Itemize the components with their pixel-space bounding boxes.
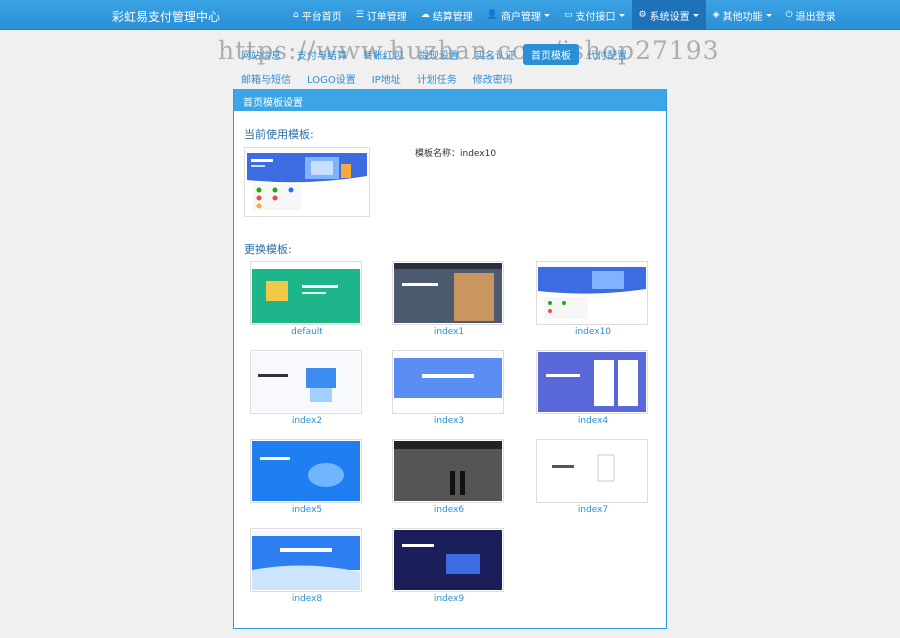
nav-item-label: 平台首页 bbox=[301, 11, 342, 23]
nav-item-4[interactable]: ▭ 支付接口 bbox=[557, 0, 632, 30]
caret-down-icon bbox=[618, 13, 625, 17]
template-option[interactable]: index5 bbox=[250, 439, 364, 515]
cube-icon: ◈ bbox=[712, 10, 720, 20]
panel-heading: 首页模板设置 bbox=[234, 89, 666, 111]
template-label[interactable]: index5 bbox=[250, 505, 364, 515]
template-option[interactable]: index4 bbox=[536, 350, 650, 426]
template-thumbnail[interactable] bbox=[392, 350, 504, 414]
nav-item-label: 支付接口 bbox=[575, 11, 616, 23]
template-option[interactable]: index2 bbox=[250, 350, 364, 426]
template-label[interactable]: index8 bbox=[250, 594, 364, 604]
template-preview-image bbox=[394, 352, 502, 412]
template-thumbnail[interactable] bbox=[250, 350, 362, 414]
current-template-thumbnail bbox=[244, 147, 370, 217]
power-icon: ⏻ bbox=[785, 10, 793, 20]
template-preview-image bbox=[538, 441, 646, 501]
template-option[interactable]: default bbox=[250, 261, 364, 337]
nav-item-6[interactable]: ◈ 其他功能 bbox=[706, 0, 779, 30]
template-preview-image bbox=[394, 441, 502, 501]
template-preview-image bbox=[252, 530, 360, 590]
tab-tabs_row1-4[interactable]: 实名认证 bbox=[467, 44, 523, 65]
tab-row-2: 邮箱与短信 LOGO设置 IP地址 计划任务 修改密码 bbox=[233, 66, 521, 90]
tab-tabs_row2-3[interactable]: 计划任务 bbox=[409, 68, 465, 89]
caret-down-icon bbox=[692, 13, 699, 17]
tab-tabs_row2-0[interactable]: 邮箱与短信 bbox=[233, 68, 299, 89]
current-template-label: 当前使用模板: bbox=[244, 128, 314, 141]
template-option[interactable]: index1 bbox=[392, 261, 506, 337]
template-preview-image bbox=[252, 263, 360, 323]
nav-item-label: 结算管理 bbox=[432, 11, 473, 23]
template-label[interactable]: index3 bbox=[392, 416, 506, 426]
template-thumbnail[interactable] bbox=[536, 439, 648, 503]
template-option[interactable]: index3 bbox=[392, 350, 506, 426]
tab-tabs_row1-1[interactable]: 支付与结算 bbox=[289, 44, 355, 65]
template-label[interactable]: index4 bbox=[536, 416, 650, 426]
template-label[interactable]: index2 bbox=[250, 416, 364, 426]
caret-down-icon bbox=[544, 13, 551, 17]
template-label[interactable]: default bbox=[250, 327, 364, 337]
template-thumbnail[interactable] bbox=[250, 528, 362, 592]
tab-tabs_row1-6[interactable]: 代付配置 bbox=[579, 44, 635, 65]
cloud-icon: ☁ bbox=[420, 10, 430, 20]
tab-tabs_row2-4[interactable]: 修改密码 bbox=[465, 68, 521, 89]
nav-item-label: 退出登录 bbox=[795, 11, 836, 23]
template-option[interactable]: index8 bbox=[250, 528, 364, 604]
tab-tabs_row1-5[interactable]: 首页模板 bbox=[523, 43, 579, 65]
template-thumbnail[interactable] bbox=[392, 439, 504, 503]
template-panel: 首页模板设置 当前使用模板: 模板名称：index10 更换模板: defaul… bbox=[233, 89, 667, 629]
template-option[interactable]: index10 bbox=[536, 261, 650, 337]
nav-item-label: 其他功能 bbox=[722, 11, 763, 23]
tab-tabs_row2-2[interactable]: IP地址 bbox=[364, 68, 409, 89]
template-preview-image bbox=[252, 441, 360, 501]
nav-item-0[interactable]: ⌂ 平台首页 bbox=[286, 0, 349, 30]
template-option[interactable]: index7 bbox=[536, 439, 650, 515]
template-option[interactable]: index6 bbox=[392, 439, 506, 515]
nav-item-label: 系统设置 bbox=[649, 11, 690, 23]
current-template-image bbox=[247, 150, 367, 214]
template-thumbnail[interactable] bbox=[392, 261, 504, 325]
template-label[interactable]: index1 bbox=[392, 327, 506, 337]
nav-item-5[interactable]: ⚙ 系统设置 bbox=[631, 0, 706, 30]
current-template-name: 模板名称：index10 bbox=[415, 149, 497, 159]
user-icon: 👤 bbox=[486, 10, 499, 20]
nav-item-1[interactable]: ☰ 订单管理 bbox=[349, 0, 414, 30]
template-label[interactable]: index6 bbox=[392, 505, 506, 515]
tab-row-1: 网站信息 支付与结算 转账红包 提现设置 实名认证 首页模板 代付配置 bbox=[233, 42, 667, 66]
nav-item-label: 商户管理 bbox=[501, 11, 542, 23]
gear-icon: ⚙ bbox=[638, 10, 647, 20]
tab-tabs_row1-3[interactable]: 提现设置 bbox=[411, 44, 467, 65]
tab-tabs_row2-1[interactable]: LOGO设置 bbox=[299, 68, 364, 89]
change-template-label: 更换模板: bbox=[244, 243, 292, 256]
template-preview-image bbox=[394, 530, 502, 590]
nav-item-7[interactable]: ⏻ 退出登录 bbox=[779, 0, 843, 30]
settings-tabs: 网站信息 支付与结算 转账红包 提现设置 实名认证 首页模板 代付配置 邮箱与短信 LOGO设… bbox=[233, 42, 667, 86]
card-icon: ▭ bbox=[564, 10, 573, 20]
template-label[interactable]: index9 bbox=[392, 594, 506, 604]
app-title[interactable]: 彩虹易支付管理中心 bbox=[112, 8, 220, 25]
template-preview-image bbox=[538, 263, 646, 323]
template-thumbnail[interactable] bbox=[250, 439, 362, 503]
list-icon: ☰ bbox=[355, 10, 364, 20]
template-preview-image bbox=[394, 263, 502, 323]
template-thumbnail[interactable] bbox=[250, 261, 362, 325]
caret-down-icon bbox=[765, 13, 772, 17]
home-icon: ⌂ bbox=[293, 10, 299, 20]
template-label[interactable]: index7 bbox=[536, 505, 650, 515]
tab-tabs_row1-2[interactable]: 转账红包 bbox=[355, 44, 411, 65]
template-thumbnail[interactable] bbox=[392, 528, 504, 592]
main-nav: ⌂ 平台首页 ☰ 订单管理 ☁ 结算管理 👤 商户管理 ▭ 支付接口 ⚙ 系统设置 ◈ 其他功能 ⏻ 退出登录 bbox=[286, 0, 843, 30]
template-thumbnail[interactable] bbox=[536, 350, 648, 414]
template-preview-image bbox=[538, 352, 646, 412]
nav-item-3[interactable]: 👤 商户管理 bbox=[480, 0, 557, 30]
tab-tabs_row1-0[interactable]: 网站信息 bbox=[233, 44, 289, 65]
template-thumbnail[interactable] bbox=[536, 261, 648, 325]
template-option[interactable]: index9 bbox=[392, 528, 506, 604]
template-preview-image bbox=[252, 352, 360, 412]
nav-item-2[interactable]: ☁ 结算管理 bbox=[414, 0, 480, 30]
template-label[interactable]: index10 bbox=[536, 327, 650, 337]
top-navbar: 彩虹易支付管理中心 ⌂ 平台首页 ☰ 订单管理 ☁ 结算管理 👤 商户管理 ▭ 支付接口 ⚙ 系统设置… bbox=[0, 0, 900, 30]
nav-item-label: 订单管理 bbox=[366, 11, 407, 23]
